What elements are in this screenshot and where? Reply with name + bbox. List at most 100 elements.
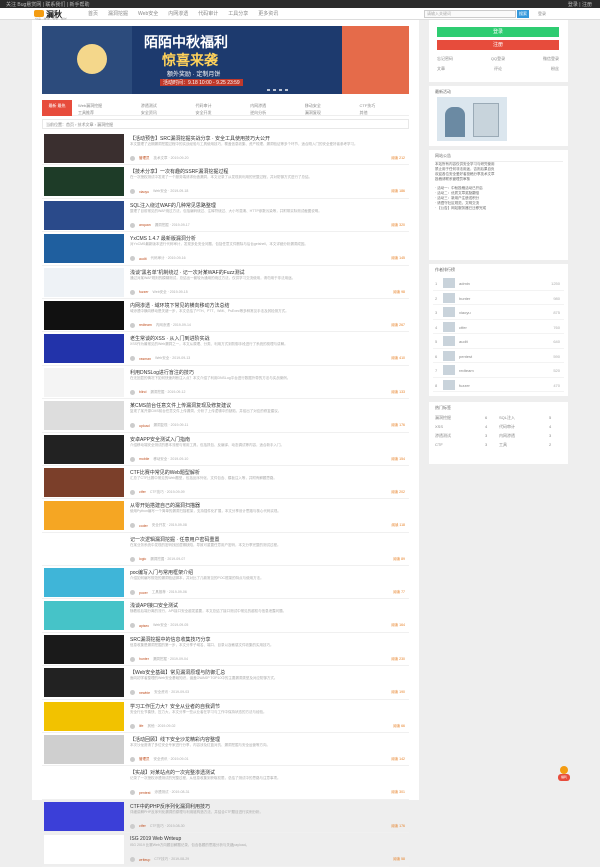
avatar[interactable] bbox=[130, 757, 135, 763]
article-thumbnail[interactable] bbox=[44, 267, 124, 297]
floating-welfare-button[interactable]: 福利 bbox=[557, 764, 571, 782]
article-thumbnail[interactable] bbox=[44, 668, 124, 698]
category-link[interactable]: 安全开发 bbox=[196, 110, 245, 116]
avatar[interactable] bbox=[130, 222, 135, 228]
article-author[interactable]: pocer bbox=[139, 591, 148, 595]
rank-author-name[interactable]: fuzzer bbox=[459, 383, 470, 388]
nav-item[interactable]: 更多资讯 bbox=[258, 10, 278, 17]
activity-ad[interactable]: 最新活动 bbox=[429, 86, 568, 146]
avatar[interactable] bbox=[130, 322, 135, 328]
article-thumbnail[interactable] bbox=[44, 701, 124, 731]
article-thumbnail[interactable] bbox=[44, 434, 124, 464]
rank-row[interactable]: 5 audit 640 bbox=[433, 334, 564, 349]
article-thumbnail[interactable] bbox=[44, 334, 124, 364]
avatar[interactable] bbox=[443, 336, 455, 346]
article-author[interactable]: 管理员 bbox=[139, 757, 150, 762]
article-author[interactable]: audit bbox=[139, 257, 147, 261]
article-item[interactable]: 安卓APP安全测试入门指南 介绍移动端安全测试的基本流程与常用工具，包括抓包、反编… bbox=[42, 433, 409, 466]
article-thumbnail[interactable] bbox=[44, 167, 124, 197]
article-item[interactable]: 【实战】对某站点的一次完整渗透测试 记录了一次授权渗透测试的完整过程，从信息收集到… bbox=[42, 766, 409, 800]
avatar[interactable] bbox=[130, 656, 135, 662]
tag-link[interactable]: SQL注入 bbox=[499, 415, 549, 421]
article-title[interactable]: 安卓APP安全测试入门指南 bbox=[130, 436, 408, 443]
article-item[interactable]: 老生常谈的XSS · 从入门到进阶实战 XSS作为最常见的Web漏洞之一，本文从原… bbox=[42, 332, 409, 366]
article-author[interactable]: xssman bbox=[139, 357, 151, 361]
nav-item[interactable]: 漏洞挖掘 bbox=[108, 10, 128, 17]
article-item[interactable]: 【技术分享】一次有趣的SSRF漏洞挖掘过程 在一次授权测试中发现了一个服务端请求伪… bbox=[42, 165, 409, 199]
avatar[interactable] bbox=[443, 365, 455, 375]
article-item[interactable]: 【活动预告】SRC漏洞挖掘实战分享 · 安全工具使用技巧大公开 本文整理了近期漏洞… bbox=[42, 132, 409, 166]
article-thumbnail[interactable] bbox=[44, 134, 124, 163]
article-author[interactable]: anquan bbox=[139, 223, 151, 227]
tab-latest[interactable]: 最新 最热 bbox=[42, 100, 72, 116]
article-item[interactable]: YxCMS 1.4.7 最新版漏洞分析 对YxCMS最新版本进行代码审计，发现多处… bbox=[42, 232, 409, 266]
category-link[interactable]: 内网渗透 bbox=[250, 103, 299, 109]
rank-row[interactable]: 4 ctfer 760 bbox=[433, 320, 564, 334]
rank-author-name[interactable]: xiaoyu bbox=[459, 310, 471, 315]
rank-row[interactable]: 2 hunter 980 bbox=[433, 291, 564, 305]
category-link[interactable]: CTF技巧 bbox=[360, 103, 408, 109]
article-author[interactable]: pentest bbox=[139, 791, 150, 795]
article-author[interactable]: newbie bbox=[139, 691, 150, 695]
tag-link[interactable]: XSS bbox=[435, 424, 485, 430]
nav-item[interactable]: 代码审计 bbox=[198, 10, 218, 17]
rank-author-name[interactable]: admin bbox=[459, 281, 470, 286]
category-link[interactable]: Web漏洞挖掘 bbox=[78, 103, 135, 109]
rank-row[interactable]: 3 xiaoyu 875 bbox=[433, 305, 564, 320]
article-title[interactable]: 内网渗透 · 域环境下常见的横向移动方法总结 bbox=[130, 302, 408, 309]
category-link[interactable]: 移动安全 bbox=[305, 103, 354, 109]
article-author[interactable]: ctfer bbox=[139, 824, 146, 828]
article-item[interactable]: SQL注入绕过WAF的几种常见思路整理 整理了目前常见的WAF绕过方法，包括编码绕… bbox=[42, 199, 409, 233]
search-button[interactable]: 搜索 bbox=[517, 10, 529, 18]
rank-author-name[interactable]: pentest bbox=[459, 354, 472, 359]
article-title[interactable]: 【Web安全基础】常见漏洞原理与防御汇总 bbox=[130, 669, 408, 676]
rank-author-name[interactable]: hunter bbox=[459, 296, 470, 301]
avatar[interactable] bbox=[130, 356, 135, 362]
tag-link[interactable]: CTF bbox=[435, 442, 485, 448]
category-link[interactable]: 渗透测试 bbox=[141, 103, 190, 109]
tag-link[interactable]: 工具 bbox=[499, 442, 549, 448]
tag-link[interactable]: 漏洞挖掘 bbox=[435, 415, 485, 421]
avatar[interactable] bbox=[443, 350, 455, 361]
nav-item[interactable]: 首页 bbox=[88, 10, 98, 17]
rank-author-name[interactable]: ctfer bbox=[459, 325, 467, 330]
login-button[interactable]: 登录 bbox=[437, 27, 559, 37]
notice-line[interactable]: · 【公告】网站服务器已迁移完成 bbox=[435, 206, 563, 211]
article-title[interactable]: 某CMS前台任意文件上传漏洞复现及修复建议 bbox=[130, 402, 408, 409]
article-title[interactable]: 【实战】对某站点的一次完整渗透测试 bbox=[130, 769, 408, 776]
article-title[interactable]: 记一次逻辑漏洞挖掘 · 任意用户密码重置 bbox=[130, 536, 408, 543]
avatar[interactable] bbox=[443, 307, 455, 317]
promo-banner[interactable]: 陌陌中秋福利 惊喜来袭 额外奖励 · 定制月饼 活动时间：9.18 10:00 … bbox=[42, 26, 409, 94]
article-author[interactable]: apisec bbox=[139, 624, 149, 628]
article-item[interactable]: 内网渗透 · 域环境下常见的横向移动方法总结 域渗透中横向移动是关键一步，本文总结… bbox=[42, 299, 409, 333]
category-link[interactable]: 其他 bbox=[360, 110, 408, 116]
rank-row[interactable]: 1 admin 1250 bbox=[433, 276, 564, 291]
article-title[interactable]: ISG 2019 Web Writeup bbox=[130, 836, 408, 842]
nav-item[interactable]: 内网渗透 bbox=[168, 10, 188, 17]
avatar[interactable] bbox=[130, 189, 135, 195]
article-author[interactable]: ctfer bbox=[139, 490, 146, 494]
site-logo[interactable]: 漏秋 分享 · 技术 · 安全 · 成长 bbox=[34, 9, 80, 21]
article-item[interactable]: CTF比赛中常见的Web题型解析 汇总了CTF比赛中常见的Web题型，包括反序列化… bbox=[42, 466, 409, 500]
tag-link[interactable]: 内网渗透 bbox=[499, 433, 549, 439]
article-thumbnail[interactable] bbox=[44, 801, 124, 831]
article-item[interactable]: 【活动回顾】线下安全沙龙精彩内容整理 本次沙龙邀请了多位安全专家进行分享，内容涉及… bbox=[42, 733, 409, 767]
avatar[interactable] bbox=[130, 823, 135, 829]
article-item[interactable]: 利用DNSLog进行盲注的技巧 在无回显的情况下如何快速判断注入点？本文介绍了利用… bbox=[42, 366, 409, 400]
article-author[interactable]: logic bbox=[139, 557, 146, 561]
article-item[interactable]: poc编写入门与常用框架介绍 介绍如何编写规范的漏洞验证脚本，并对比了几款常见的P… bbox=[42, 566, 409, 600]
article-thumbnail[interactable] bbox=[44, 234, 124, 264]
top-bar-account-links[interactable]: 登录 | 注册 bbox=[568, 1, 592, 8]
avatar[interactable] bbox=[130, 590, 135, 596]
article-thumbnail[interactable] bbox=[44, 534, 124, 564]
article-title[interactable]: CTF中的PHP反序列化漏洞利用技巧 bbox=[130, 803, 408, 810]
article-author[interactable]: xiaoyu bbox=[139, 190, 149, 194]
rank-row[interactable]: 6 pentest 590 bbox=[433, 349, 564, 363]
avatar[interactable] bbox=[443, 292, 455, 303]
article-item[interactable]: 某CMS前台任意文件上传漏洞复现及修复建议 复现了某开源CMS前台任意文件上传漏洞… bbox=[42, 399, 409, 433]
avatar[interactable] bbox=[130, 723, 135, 729]
avatar[interactable] bbox=[443, 379, 455, 390]
avatar[interactable] bbox=[443, 321, 455, 332]
article-thumbnail[interactable] bbox=[44, 200, 124, 230]
qq-login-link[interactable]: QQ登录 bbox=[491, 56, 505, 62]
